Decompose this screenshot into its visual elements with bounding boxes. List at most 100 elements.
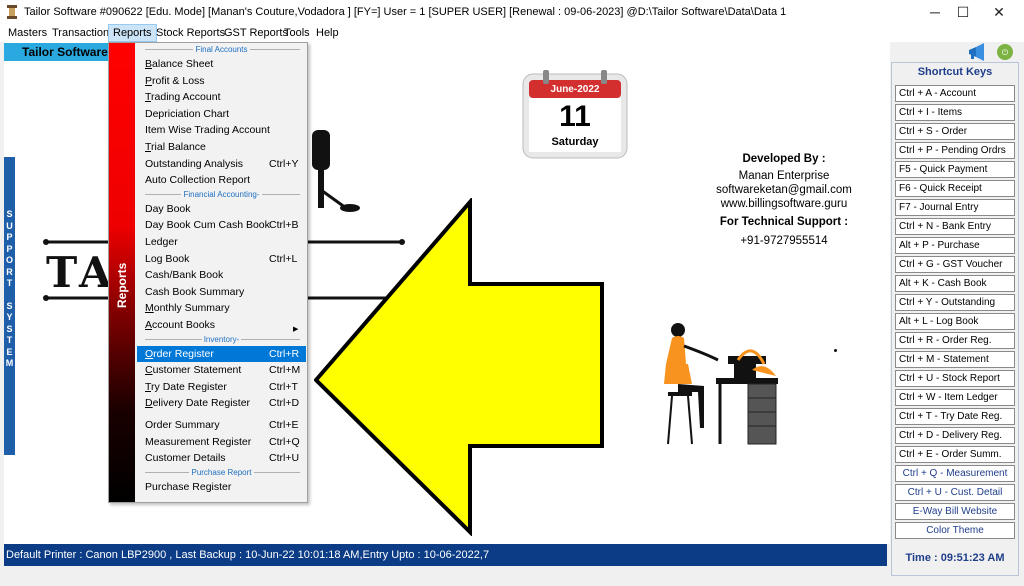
close-button[interactable]: ✕ — [982, 0, 1016, 24]
dropdown-item-label: Customer Details — [145, 452, 226, 465]
shortcut-button[interactable]: Ctrl + M - Statement — [895, 351, 1015, 368]
shortcut-title: Shortcut Keys — [917, 66, 993, 78]
mnemonic-letter: D — [145, 397, 153, 410]
dot-mark — [834, 349, 837, 352]
shortcut-button[interactable]: Ctrl + P - Pending Ordrs — [895, 142, 1015, 159]
section-label-wrap: Inventory- — [137, 334, 306, 345]
app-icon — [7, 5, 17, 19]
support-letter: S — [6, 323, 13, 334]
dropdown-item[interactable]: Order Summary Ctrl+E — [137, 417, 306, 433]
dropdown-item-label: Day Book Cum Cash Book — [145, 219, 270, 232]
shortcut-button[interactable]: Ctrl + G - GST Voucher — [895, 256, 1015, 273]
dropdown-item[interactable]: Try Date Register Ctrl+T — [137, 379, 306, 395]
dropdown-item-label: rading Account — [151, 91, 221, 104]
shortcut-button[interactable]: Ctrl + E - Order Summ. — [895, 446, 1015, 463]
dropdown-item[interactable]: Purchase Register — [137, 479, 306, 495]
menu-help[interactable]: Help — [312, 24, 343, 42]
dropdown-item[interactable]: Ledger — [137, 234, 306, 250]
dropdown-item[interactable]: Balance Sheet — [137, 56, 306, 72]
dropdown-item-label: alance Sheet — [152, 58, 214, 70]
dropdown-item-shortcut: Ctrl+R — [269, 347, 300, 360]
dropdown-item-label: Cash Book Summary — [145, 285, 245, 298]
menu-reports[interactable]: Reports — [108, 24, 157, 42]
dropdown-item[interactable]: Trial Balance — [137, 139, 306, 155]
shortcut-button[interactable]: Ctrl + A - Account — [895, 85, 1015, 102]
dropdown-item-shortcut: Ctrl+E — [269, 419, 299, 431]
shortcut-button[interactable]: Ctrl + T - Try Date Reg. — [895, 408, 1015, 425]
shortcut-button[interactable]: Ctrl + N - Bank Entry — [895, 218, 1015, 235]
shortcut-button[interactable]: Ctrl + Q - Measurement — [895, 465, 1015, 482]
bottom-strip — [0, 576, 1024, 586]
support-heading: For Technical Support : — [719, 216, 849, 228]
shortcut-button[interactable]: F5 - Quick Payment — [895, 161, 1015, 178]
menu-tools[interactable]: Tools — [280, 24, 314, 42]
dropdown-item[interactable]: Cash Book Summary — [137, 284, 306, 300]
dropdown-item[interactable]: Day Book — [137, 201, 306, 217]
shortcut-button[interactable]: E-Way Bill Website — [895, 503, 1015, 520]
maximize-button[interactable]: ☐ — [946, 0, 980, 24]
shortcut-button[interactable]: Alt + K - Cash Book — [895, 275, 1015, 292]
dropdown-item[interactable]: Outstanding Analysis Ctrl+Y — [137, 156, 306, 172]
exit-icon[interactable]: ⏻ — [994, 42, 1016, 62]
calendar-weekday: Saturday — [551, 136, 599, 148]
support-letter: E — [6, 346, 13, 357]
mnemonic-letter: M — [145, 302, 154, 315]
shortcut-button[interactable]: F7 - Journal Entry — [895, 199, 1015, 216]
dropdown-item[interactable]: Profit & Loss — [137, 73, 306, 89]
dropdown-item-label: rial Balance — [151, 141, 206, 153]
dropdown-item[interactable]: Customer Details Ctrl+U — [137, 450, 306, 466]
dropdown-item-label: Item Wise Trading Account — [145, 124, 270, 137]
support-letter: S — [6, 300, 13, 311]
dropdown-item[interactable]: Monthly Summary — [137, 300, 306, 316]
mnemonic-letter: A — [145, 319, 153, 331]
shortcut-button[interactable]: Color Theme — [895, 522, 1015, 539]
dropdown-item-label: ccount Books — [152, 319, 216, 331]
dropdown-item-shortcut: Ctrl+Y — [269, 157, 299, 170]
shortcut-button[interactable]: Ctrl + U - Cust. Detail — [895, 484, 1015, 501]
dropdown-item[interactable]: Day Book Cum Cash Book Ctrl+B — [137, 217, 306, 233]
menu-stock-reports[interactable]: Stock Reports — [152, 24, 229, 42]
shortcut-button[interactable]: Ctrl + D - Delivery Reg. — [895, 427, 1015, 444]
dropdown-section-header: Financial Accounting- — [137, 189, 306, 200]
dropdown-item-shortcut: Ctrl+D — [269, 397, 300, 410]
dropdown-item-shortcut: Ctrl+M — [269, 364, 301, 377]
developer-email: softwareketan@gmail.com — [716, 184, 852, 196]
menu-masters[interactable]: Masters — [4, 24, 51, 42]
dropdown-item[interactable]: Cash/Bank Book — [137, 267, 306, 283]
dropdown-item-label: Ledger — [145, 236, 178, 248]
dropdown-item-shortcut: Ctrl+T — [269, 380, 298, 393]
support-system-strip[interactable]: S U P P O R T S Y S T E M — [4, 157, 15, 455]
shortcut-button[interactable]: Ctrl + W - Item Ledger — [895, 389, 1015, 406]
shortcut-button[interactable]: Ctrl + S - Order — [895, 123, 1015, 140]
dropdown-item[interactable]: Delivery Date Register Ctrl+D — [137, 395, 306, 411]
menu-bar: Masters Transactions Reports Stock Repor… — [0, 24, 1024, 42]
dropdown-item[interactable]: Trading Account — [137, 89, 306, 105]
shortcut-button[interactable]: Alt + L - Log Book — [895, 313, 1015, 330]
dropdown-item[interactable]: Measurement Register Ctrl+Q — [137, 434, 306, 450]
dropdown-item[interactable]: Order Register Ctrl+R — [137, 345, 306, 362]
dropdown-item[interactable]: Item Wise Trading Account — [137, 122, 306, 138]
shortcut-button[interactable]: F6 - Quick Receipt — [895, 180, 1015, 197]
shortcut-button[interactable]: Ctrl + U - Stock Report — [895, 370, 1015, 387]
shortcut-button[interactable]: Ctrl + Y - Outstanding — [895, 294, 1015, 311]
developer-heading: Developed By : — [742, 153, 826, 165]
dropdown-item-label: Day Book — [145, 202, 191, 215]
shortcut-button[interactable]: Ctrl + R - Order Reg. — [895, 332, 1015, 349]
dropdown-item-label: Purchase Register — [145, 480, 232, 493]
dropdown-item[interactable]: Auto Collection Report — [137, 172, 306, 188]
developer-website: www.billingsoftware.guru — [720, 198, 848, 210]
dropdown-item[interactable]: Customer Statement Ctrl+M — [137, 362, 306, 378]
dropdown-item-shortcut: Ctrl+U — [269, 452, 300, 465]
support-phone: +91-9727955514 — [740, 235, 828, 247]
mnemonic-letter: P — [145, 74, 153, 87]
megaphone-icon[interactable] — [966, 42, 988, 62]
dropdown-item-shortcut: Ctrl+Q — [269, 435, 300, 448]
dropdown-item[interactable]: Account Books ▶ — [137, 317, 306, 333]
dropdown-item[interactable]: Depriciation Chart — [137, 106, 306, 122]
shortcut-button[interactable]: Alt + P - Purchase — [895, 237, 1015, 254]
support-letter: Y — [6, 312, 13, 322]
tailor-illustration-icon — [664, 323, 778, 445]
calendar-day: 11 — [559, 100, 591, 133]
shortcut-button[interactable]: Ctrl + I - Items — [895, 104, 1015, 121]
dropdown-item[interactable]: Log Book Ctrl+L — [137, 251, 306, 267]
